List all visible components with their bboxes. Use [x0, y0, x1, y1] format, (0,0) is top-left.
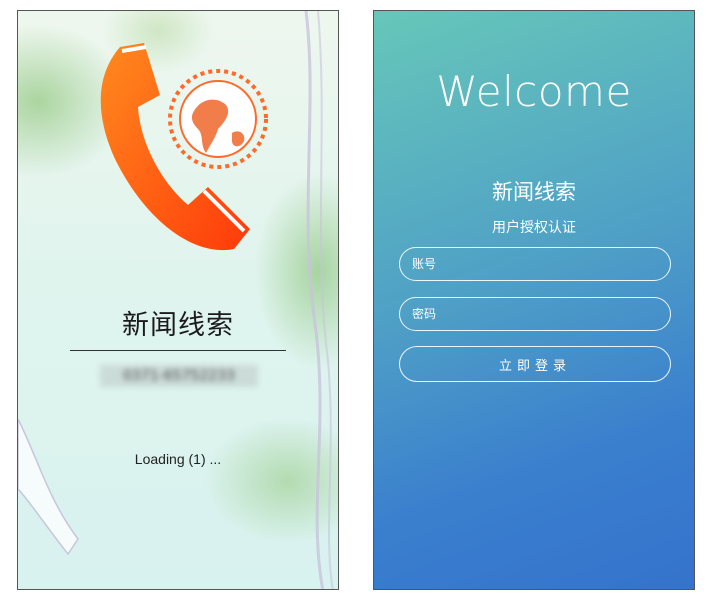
splash-title: 新闻线索	[122, 310, 234, 341]
login-title: 新闻线索	[492, 180, 576, 204]
curtain-decoration	[304, 11, 334, 589]
phone-number: 0371-65752233	[100, 365, 258, 387]
loading-status: Loading (1) ...	[134, 451, 222, 467]
login-subtitle: 用户授权认证	[492, 220, 576, 236]
title-divider	[70, 350, 286, 351]
account-input[interactable]	[399, 247, 671, 281]
login-screen: Welcome 新闻线索 用户授权认证 立即登录	[373, 10, 695, 590]
welcome-heading: Welcome	[436, 67, 632, 116]
splash-screen: 新闻线索 0371-65752233 Loading (1) ...	[17, 10, 339, 590]
globe-icon	[168, 69, 268, 169]
curtain-decoration-left	[18, 419, 79, 556]
login-button[interactable]: 立即登录	[399, 346, 671, 382]
password-input[interactable]	[399, 297, 671, 331]
phone-handset-icon	[100, 43, 268, 251]
